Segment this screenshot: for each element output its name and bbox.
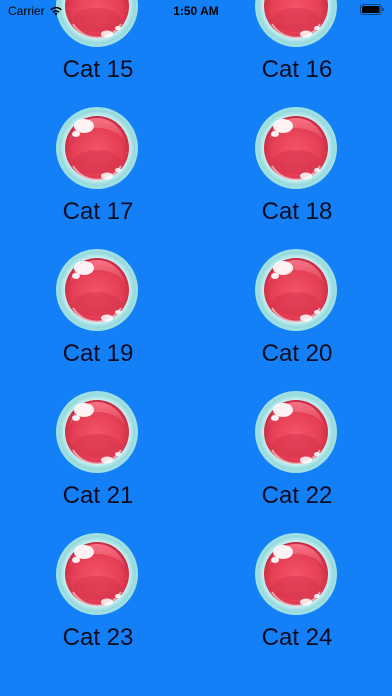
red-bubble-icon [55,248,139,332]
cat-item[interactable]: Cat 21 [0,390,196,532]
cat-row: Cat 21 Cat 22 [0,390,392,532]
cat-label: Cat 22 [261,482,333,509]
cat-label: Cat 16 [261,56,333,83]
cat-label: Cat 23 [62,624,134,651]
cat-label: Cat 20 [261,340,333,367]
red-bubble-icon [254,248,338,332]
cat-item[interactable]: Cat 22 [196,390,392,532]
cat-label: Cat 15 [62,56,134,83]
red-bubble-icon [254,532,338,616]
cat-item[interactable]: Cat 23 [0,532,196,674]
cat-item[interactable]: Cat 18 [196,106,392,248]
cat-item[interactable]: Cat 20 [196,248,392,390]
red-bubble-icon [55,532,139,616]
cat-label: Cat 17 [62,198,134,225]
cat-item[interactable]: Cat 24 [196,532,392,674]
red-bubble-icon [55,390,139,474]
status-time: 1:50 AM [173,4,219,18]
cat-item[interactable]: Cat 17 [0,106,196,248]
red-bubble-icon [55,106,139,190]
status-bar: Carrier 1:50 AM [0,0,392,22]
red-bubble-icon [254,390,338,474]
cat-label: Cat 24 [261,624,333,651]
red-bubble-icon [254,106,338,190]
cat-row: Cat 17 Cat 18 [0,106,392,248]
cat-label: Cat 18 [261,198,333,225]
cat-grid: Cat 15 Cat 16 Cat 17 Cat 18 Cat 19 Cat 20 Cat … [0,0,392,674]
cat-label: Cat 19 [62,340,134,367]
cat-row: Cat 19 Cat 20 [0,248,392,390]
cat-item[interactable]: Cat 19 [0,248,196,390]
cat-label: Cat 21 [62,482,134,509]
cat-row: Cat 23 Cat 24 [0,532,392,674]
app-screen: Carrier 1:50 AM Cat 15 Cat 16 Cat 17 Cat 18… [0,0,392,696]
battery-icon [360,4,384,15]
